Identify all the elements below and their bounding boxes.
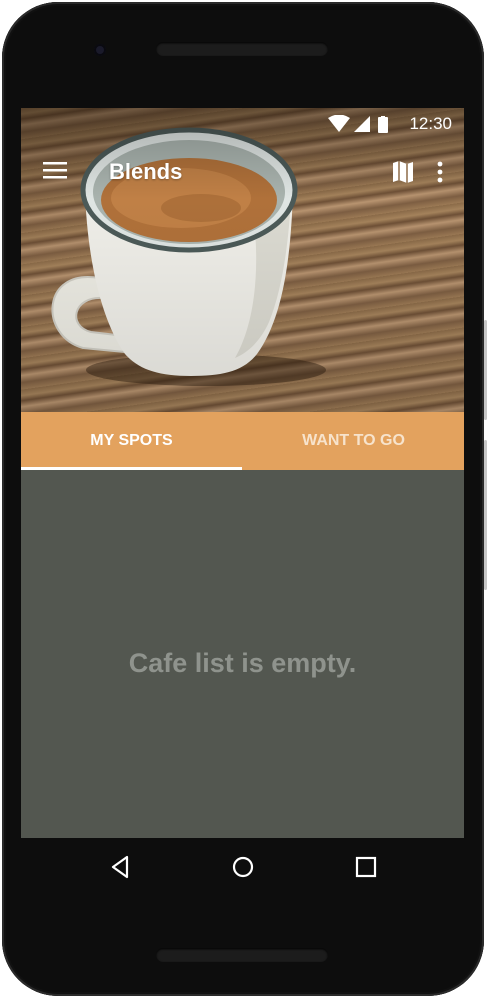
- status-time: 12:30: [409, 114, 452, 133]
- signal-icon: [354, 116, 370, 132]
- header-image: 12:30 Blends: [21, 108, 464, 412]
- tab-bar: MY SPOTS WANT TO GO: [21, 412, 464, 470]
- home-icon[interactable]: [230, 854, 256, 880]
- menu-icon[interactable]: [43, 160, 67, 180]
- tab-my-spots[interactable]: MY SPOTS: [21, 412, 242, 470]
- app-toolbar: Blends: [21, 144, 464, 200]
- tab-indicator: [21, 467, 242, 470]
- map-icon[interactable]: [392, 160, 414, 184]
- app-screen: 12:30 Blends MY SPOTS WANT TO GO Cafe li…: [21, 108, 464, 838]
- back-icon[interactable]: [107, 854, 133, 880]
- system-nav-bar: [21, 838, 464, 896]
- status-bar: 12:30: [21, 108, 464, 138]
- status-icons: [328, 115, 388, 133]
- volume-button: [484, 440, 487, 590]
- more-vert-icon[interactable]: [436, 160, 444, 184]
- battery-icon: [378, 116, 388, 133]
- app-title: Blends: [109, 159, 183, 184]
- empty-list-message: Cafe list is empty.: [128, 648, 357, 678]
- recents-icon[interactable]: [353, 854, 379, 880]
- bottom-speaker: [156, 948, 328, 962]
- front-camera: [94, 44, 106, 56]
- earpiece-speaker: [156, 42, 328, 56]
- tab-want-to-go[interactable]: WANT TO GO: [243, 412, 464, 470]
- power-button: [484, 320, 487, 420]
- wifi-icon: [328, 115, 350, 132]
